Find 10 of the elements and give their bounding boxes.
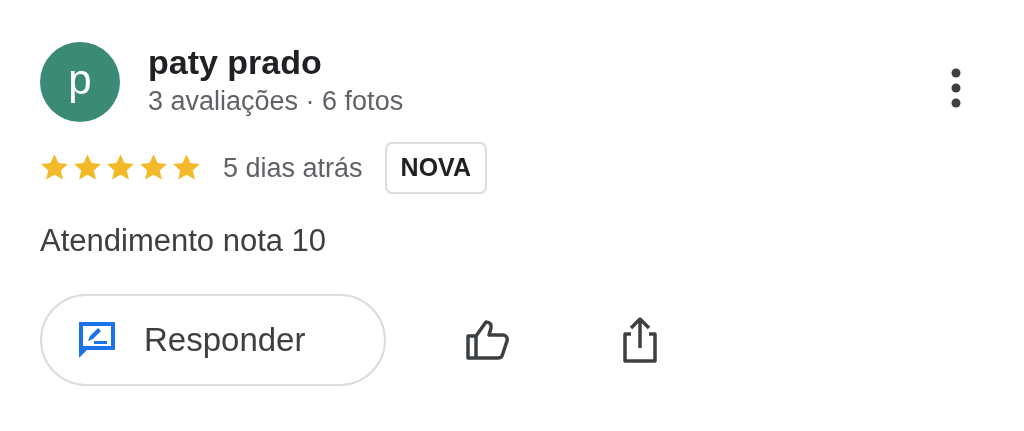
reply-button[interactable]: Responder (40, 294, 386, 386)
share-icon[interactable] (620, 316, 660, 364)
new-badge: NOVA (384, 142, 487, 194)
reply-icon (76, 319, 118, 361)
review-time: 5 dias atrás (223, 151, 363, 185)
avatar: p (40, 42, 120, 122)
review-text: Atendimento nota 10 (39, 221, 328, 260)
more-options-icon[interactable] (951, 68, 961, 108)
author-name[interactable]: paty prado (148, 42, 404, 82)
author-stats: 3 avaliações · 6 fotos (148, 85, 404, 118)
